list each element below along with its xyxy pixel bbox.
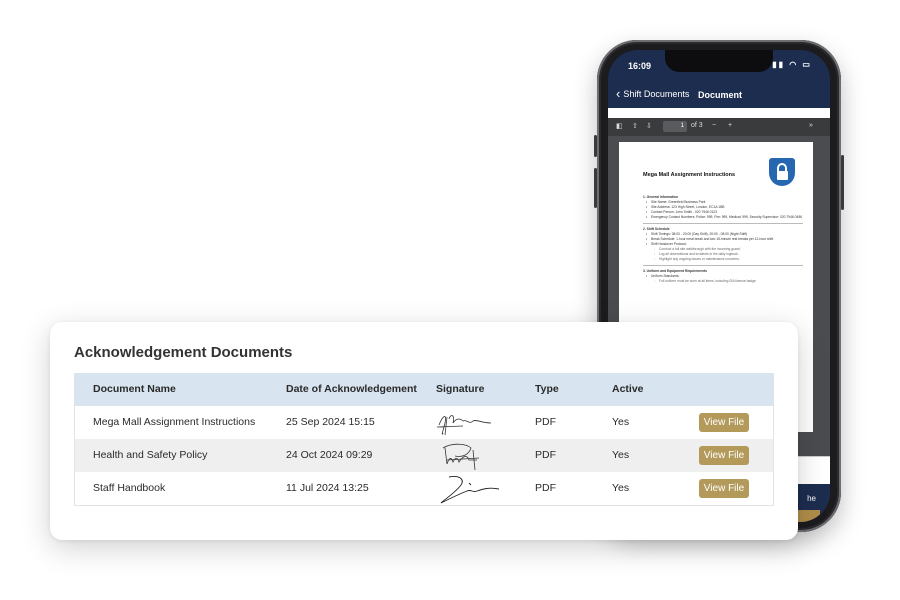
nav-bar: ‹ Shift Documents Document bbox=[608, 82, 830, 108]
phone-volume-button bbox=[594, 168, 597, 208]
signature-image bbox=[440, 476, 500, 504]
card-title: Acknowledgement Documents bbox=[74, 344, 293, 361]
signature-image bbox=[436, 415, 492, 436]
chevron-left-icon: ‹ bbox=[616, 86, 621, 101]
ack-date: 24 Oct 2024 09:29 bbox=[286, 449, 373, 461]
header-strip bbox=[608, 108, 830, 118]
doc-title: Mega Mall Assignment Instructions bbox=[643, 172, 736, 178]
doc-item: Emergency Contact Numbers: Police: 999, … bbox=[643, 215, 803, 220]
active-status: Yes bbox=[612, 449, 630, 461]
arrow-down-icon[interactable]: ⇩ bbox=[646, 122, 652, 130]
col-active: Active bbox=[612, 383, 644, 395]
doc-subitem: Highlight any ongoing issues or maintena… bbox=[643, 257, 803, 262]
back-button[interactable]: ‹ Shift Documents bbox=[616, 86, 690, 101]
document-type: PDF bbox=[535, 482, 556, 494]
ack-date: 11 Jul 2024 13:25 bbox=[286, 482, 369, 494]
page-total: of 3 bbox=[691, 122, 703, 129]
table-row: Health and Safety Policy 24 Oct 2024 09:… bbox=[75, 439, 773, 472]
doc-subitem: Full uniform must be worn at all times, … bbox=[643, 279, 803, 284]
acknowledgement-card: Acknowledgement Documents Document Name … bbox=[50, 322, 798, 540]
nav-title: Document bbox=[698, 90, 743, 100]
lock-shield-icon bbox=[769, 158, 795, 186]
doc-body: 1. General Information Site Name: Greenf… bbox=[643, 192, 803, 284]
active-status: Yes bbox=[612, 482, 630, 494]
zoom-out-icon[interactable]: − bbox=[712, 122, 716, 129]
view-file-button[interactable]: View File bbox=[699, 479, 749, 498]
document-name: Health and Safety Policy bbox=[93, 449, 208, 461]
more-tools-icon[interactable]: » bbox=[809, 122, 813, 129]
phone-side-button bbox=[594, 135, 597, 157]
col-type: Type bbox=[535, 383, 559, 395]
document-name: Staff Handbook bbox=[93, 482, 166, 494]
doc-divider bbox=[643, 265, 803, 266]
col-document-name: Document Name bbox=[93, 383, 176, 395]
view-file-button[interactable]: View File bbox=[699, 413, 749, 432]
document-type: PDF bbox=[535, 416, 556, 428]
document-type: PDF bbox=[535, 449, 556, 461]
status-time: 16:09 bbox=[628, 61, 652, 71]
zoom-in-icon[interactable]: + bbox=[728, 122, 732, 129]
phone-power-button bbox=[841, 155, 844, 210]
sidebar-toggle-icon[interactable]: ◧ bbox=[616, 122, 623, 130]
view-file-button[interactable]: View File bbox=[699, 446, 749, 465]
col-date: Date of Acknowledgement bbox=[286, 383, 417, 395]
active-status: Yes bbox=[612, 416, 630, 428]
table-header: Document Name Date of Acknowledgement Si… bbox=[75, 373, 773, 406]
phone-notch bbox=[665, 50, 773, 72]
ack-date: 25 Sep 2024 15:15 bbox=[286, 416, 375, 428]
back-label: Shift Documents bbox=[623, 89, 690, 99]
signal-wifi-battery-icon: ▮▮ ◠ ▭ bbox=[772, 60, 812, 69]
arrow-up-icon[interactable]: ⇧ bbox=[632, 122, 638, 130]
footer-text: he bbox=[807, 494, 816, 503]
document-name: Mega Mall Assignment Instructions bbox=[93, 416, 256, 428]
signature-image bbox=[442, 443, 480, 471]
table-row: Staff Handbook 11 Jul 2024 13:25 PDF Yes… bbox=[75, 472, 773, 505]
col-signature: Signature bbox=[436, 383, 485, 395]
page-number-input[interactable]: 1 bbox=[663, 121, 687, 132]
doc-divider bbox=[643, 223, 803, 224]
documents-table: Document Name Date of Acknowledgement Si… bbox=[74, 373, 774, 506]
pdf-toolbar: ◧ ⇧ ⇩ 1 of 3 − + » bbox=[608, 118, 830, 136]
table-row: Mega Mall Assignment Instructions 25 Sep… bbox=[75, 406, 773, 439]
